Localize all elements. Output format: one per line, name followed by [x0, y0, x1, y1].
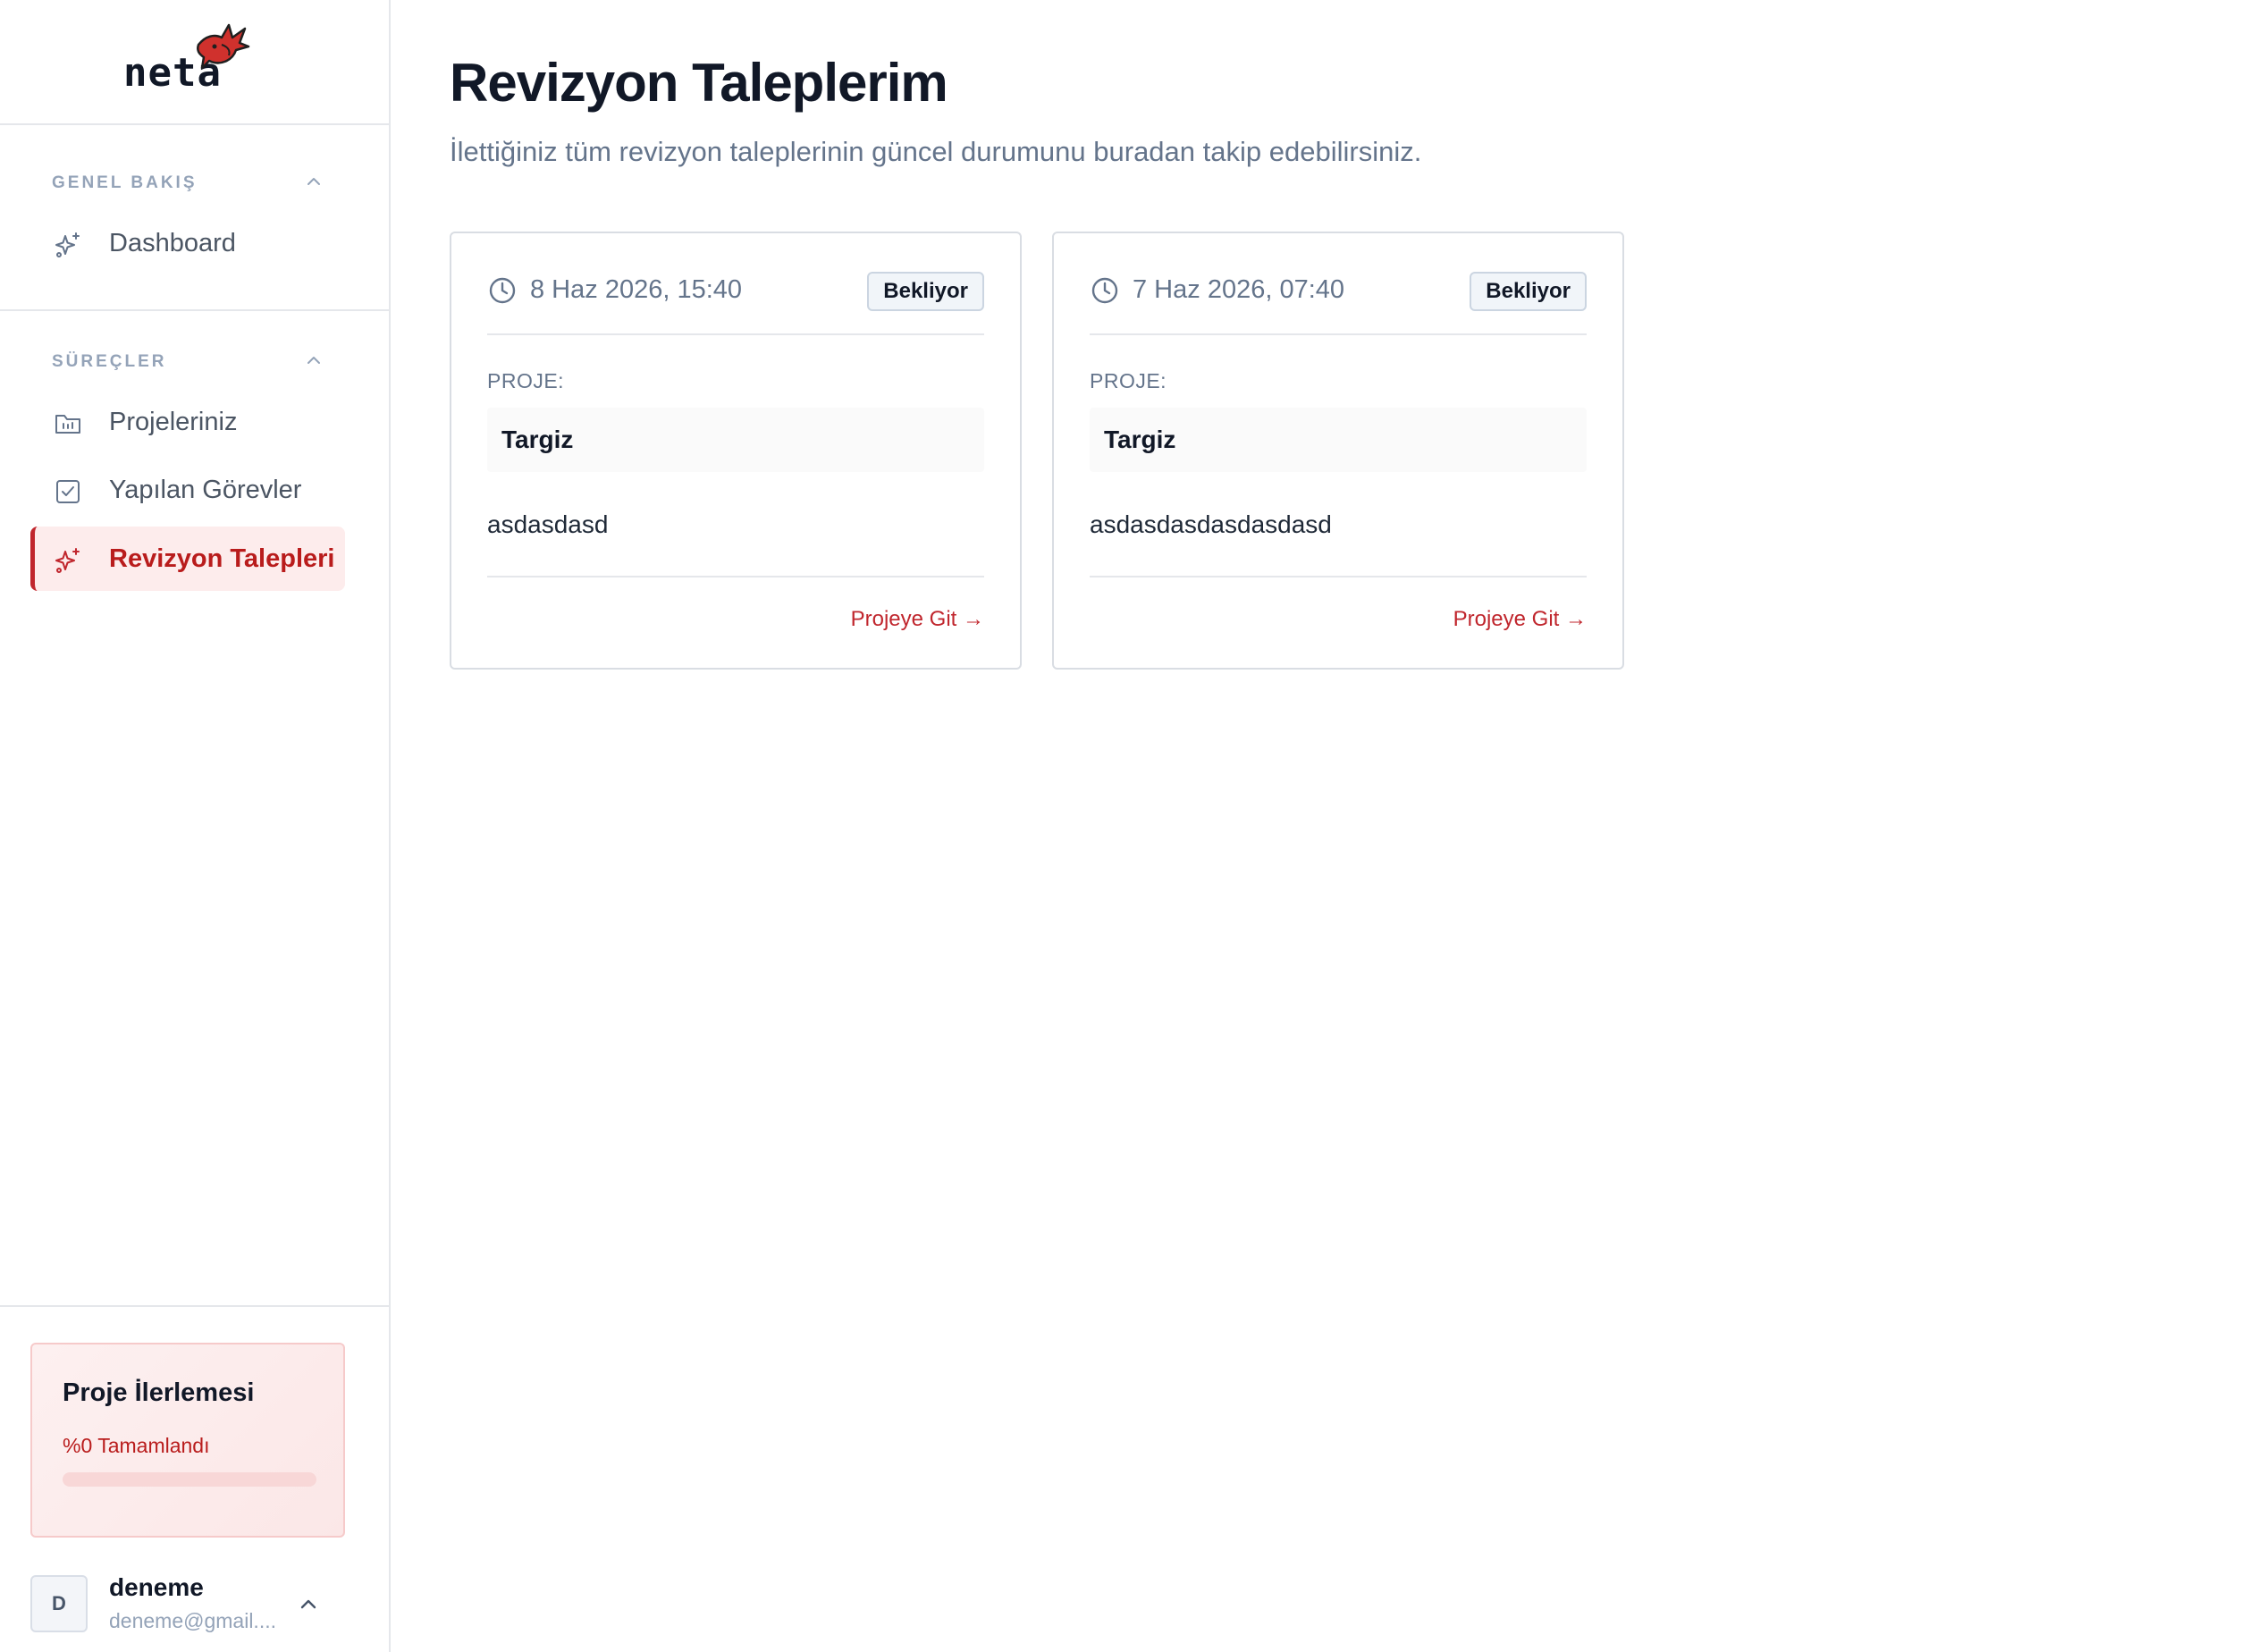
checkbox-icon [56, 480, 80, 503]
project-name-box: Targiz [1090, 408, 1587, 472]
divider [487, 333, 984, 335]
sidebar-item-projects[interactable]: Projeleriniz [30, 390, 345, 454]
card-date: 7 Haz 2026, 07:40 [1133, 275, 1345, 304]
project-name: Targiz [501, 426, 574, 453]
chevron-up-icon[interactable] [304, 172, 324, 191]
clock-icon [1091, 277, 1118, 304]
project-label: PROJE: [487, 369, 565, 392]
card-date: 8 Haz 2026, 15:40 [530, 275, 743, 304]
divider [487, 576, 984, 577]
logo[interactable]: neta [0, 0, 389, 125]
section-title-processes: SÜREÇLER [52, 352, 167, 371]
user-menu[interactable]: D deneme deneme@gmail.... [30, 1573, 352, 1636]
sparkles-icon [55, 548, 80, 573]
revision-card: 7 Haz 2026, 07:40 Bekliyor PROJE: Targiz… [1052, 232, 1624, 670]
app-root: neta GENEL BAKIŞ Dashboard SÜREÇLER Proj… [0, 0, 2249, 1652]
status-badge: Bekliyor [1470, 272, 1587, 311]
sidebar-item-label: Yapılan Görevler [109, 476, 302, 504]
chevron-up-icon[interactable] [304, 350, 324, 370]
sidebar-item-tasks[interactable]: Yapılan Görevler [30, 458, 345, 522]
user-name: deneme [109, 1573, 204, 1601]
progress-title: Proje İlerlemesi [63, 1378, 255, 1407]
sidebar-item-revision-requests[interactable]: Revizyon Talepleri [30, 527, 345, 591]
user-email: deneme@gmail.... [109, 1609, 276, 1632]
revision-note: asdasdasdasdasdasd [1090, 510, 1332, 538]
clock-icon [489, 277, 516, 304]
go-to-project-link[interactable]: Projeye Git → [851, 607, 984, 632]
sidebar: neta GENEL BAKIŞ Dashboard SÜREÇLER Proj… [0, 0, 391, 1652]
sparkles-icon [55, 232, 80, 257]
page-subtitle: İlettiğiniz tüm revizyon taleplerinin gü… [450, 136, 1422, 167]
section-title-overview: GENEL BAKIŞ [52, 173, 198, 192]
folder-icon [55, 415, 80, 434]
project-name: Targiz [1104, 426, 1176, 453]
sidebar-item-label: Projeleriniz [109, 408, 238, 436]
divider [1090, 576, 1587, 577]
revision-card: 8 Haz 2026, 15:40 Bekliyor PROJE: Targiz… [450, 232, 1022, 670]
sidebar-item-dashboard[interactable]: Dashboard [30, 211, 345, 275]
sidebar-item-label: Revizyon Talepleri [109, 544, 335, 573]
divider [0, 1305, 389, 1307]
project-name-box: Targiz [487, 408, 984, 472]
avatar: D [30, 1575, 88, 1632]
page-title: Revizyon Taleplerim [450, 53, 948, 113]
progress-bar [63, 1472, 316, 1487]
project-label: PROJE: [1090, 369, 1167, 392]
sidebar-item-label: Dashboard [109, 229, 236, 257]
go-to-project-link[interactable]: Projeye Git → [1453, 607, 1587, 632]
revision-note: asdasdasd [487, 510, 609, 538]
progress-status: %0 Tamamlandı [63, 1434, 210, 1457]
divider [0, 309, 389, 311]
project-progress-card: Proje İlerlemesi %0 Tamamlandı [30, 1343, 345, 1538]
divider [1090, 333, 1587, 335]
chevron-up-icon[interactable] [297, 1593, 320, 1616]
main-content: Revizyon Taleplerim İlettiğiniz tüm revi… [391, 0, 2249, 1652]
bird-logo-icon [197, 23, 250, 70]
status-badge: Bekliyor [867, 272, 984, 311]
